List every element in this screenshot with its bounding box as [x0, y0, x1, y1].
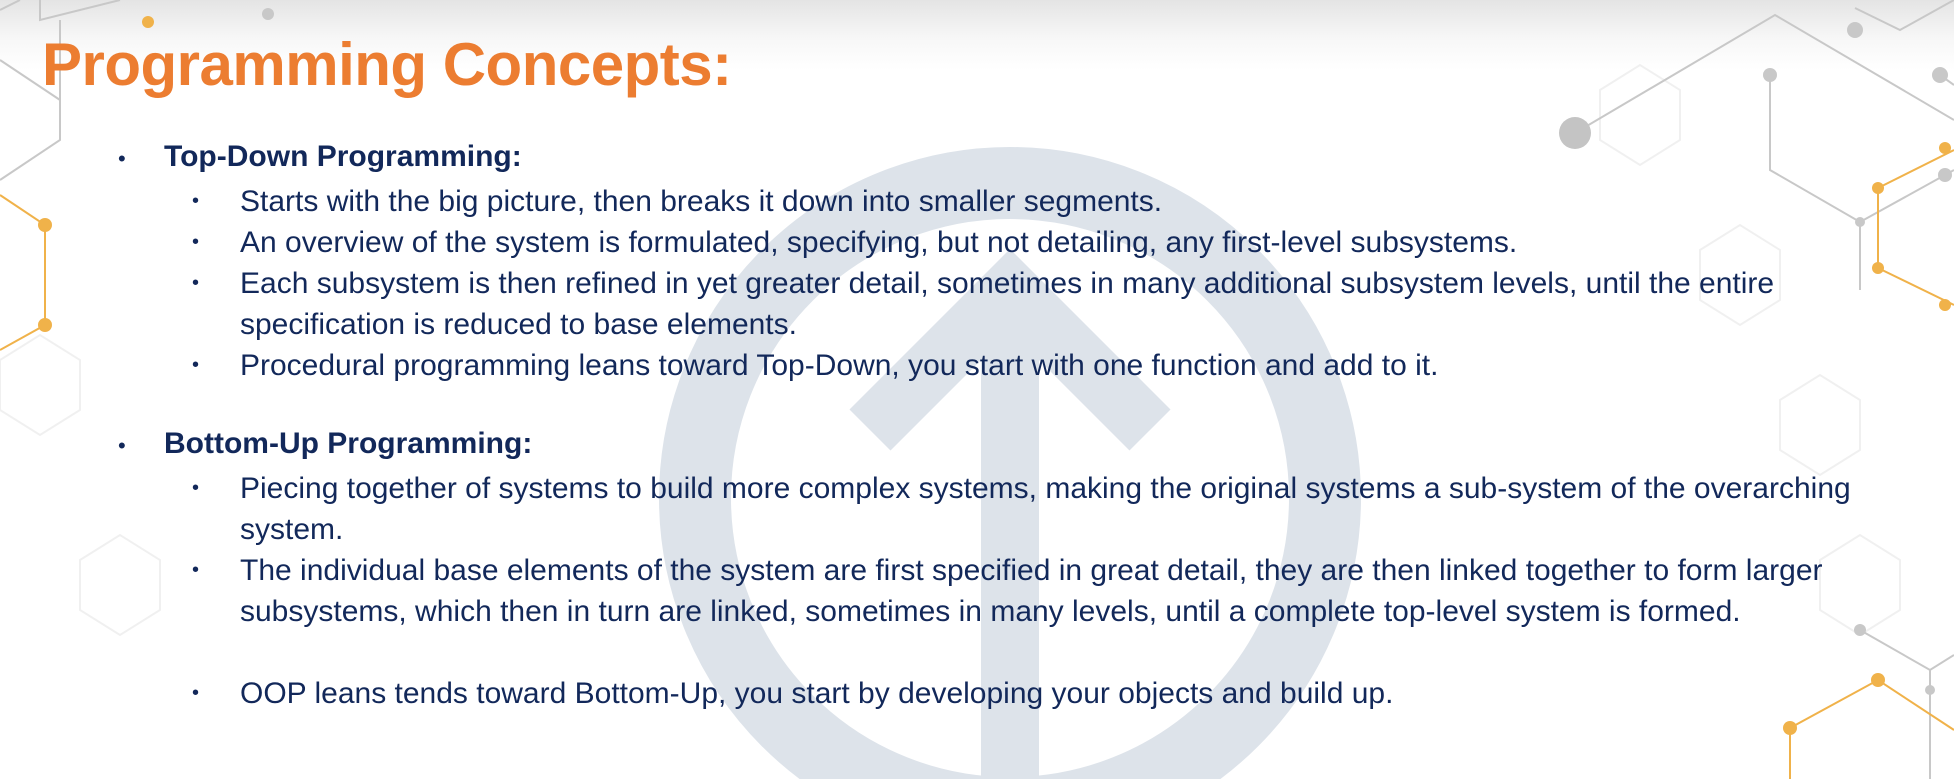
item-bullet: • [192, 272, 200, 294]
item-bullet: • [192, 477, 200, 499]
section-heading: Bottom-Up Programming: [164, 427, 533, 460]
item-bullet: • [192, 682, 200, 704]
page-title: Programming Concepts: [42, 31, 732, 98]
list-item-text: OOP leans tends toward Bottom-Up, you st… [240, 677, 1394, 710]
list-item-text: Starts with the big picture, then breaks… [240, 185, 1163, 218]
list-item-text: An overview of the system is formulated,… [240, 226, 1518, 259]
section-bullet: • [118, 146, 126, 171]
background-decoration [0, 0, 1954, 779]
item-bullet: • [192, 231, 200, 253]
item-bullet: • [192, 559, 200, 581]
list-item-text: Piecing together of systems to build mor… [240, 472, 1851, 546]
item-bullet: • [192, 354, 200, 376]
section-heading: Top-Down Programming: [164, 140, 522, 173]
item-bullet: • [192, 190, 200, 212]
network-decoration-icon [0, 0, 1954, 779]
list-item-text: Procedural programming leans toward Top-… [240, 349, 1439, 382]
list-item-text: Each subsystem is then refined in yet gr… [240, 267, 1775, 341]
list-item-text: The individual base elements of the syst… [240, 554, 1823, 628]
section-bullet: • [118, 433, 126, 458]
